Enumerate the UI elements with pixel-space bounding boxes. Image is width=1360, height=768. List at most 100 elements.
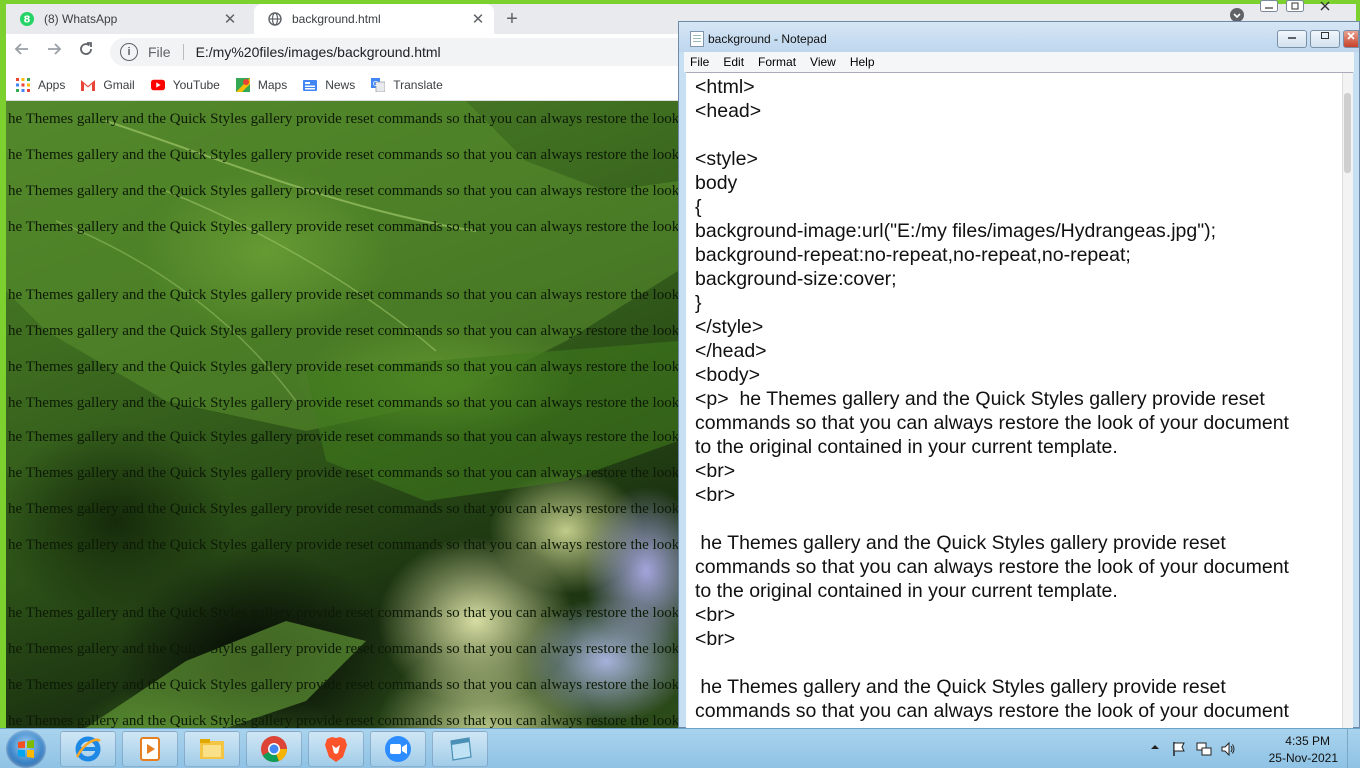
youtube-icon bbox=[150, 78, 165, 92]
notepad-menubar: File Edit Format View Help bbox=[684, 52, 1354, 72]
notepad-line: background-image:url("E:/my files/images… bbox=[695, 220, 1217, 242]
notepad-line: { bbox=[695, 196, 702, 218]
paragraph-line: he Themes gallery and the Quick Styles g… bbox=[8, 183, 678, 199]
notepad-editor[interactable]: <html> <head> <style> body{background-image… bbox=[686, 72, 1353, 730]
taskbar-notepad[interactable] bbox=[432, 731, 488, 767]
notepad-line: background-size:cover; bbox=[695, 268, 897, 290]
notepad-line: </head> bbox=[695, 340, 767, 362]
network-icon[interactable] bbox=[1196, 741, 1212, 760]
scrollbar-thumb[interactable] bbox=[1344, 93, 1351, 173]
tab-background-html[interactable]: background.html ✕ bbox=[254, 4, 494, 34]
close-button[interactable] bbox=[1343, 30, 1359, 48]
bookmark-maps[interactable]: Maps bbox=[235, 78, 288, 92]
start-button[interactable] bbox=[6, 730, 46, 768]
svg-text:G: G bbox=[373, 80, 378, 88]
restore-icon[interactable] bbox=[1286, 0, 1304, 15]
notepad-line: to the original contained in your curren… bbox=[695, 580, 1118, 602]
bookmark-translate[interactable]: G Translate bbox=[371, 78, 443, 92]
taskbar-internet-explorer[interactable] bbox=[60, 731, 116, 767]
notepad-line: <br> bbox=[695, 460, 736, 482]
globe-icon bbox=[268, 12, 282, 26]
bookmark-news[interactable]: News bbox=[303, 78, 355, 92]
taskbar-file-explorer[interactable] bbox=[184, 731, 240, 767]
notepad-window: background - Notepad File Edit Format Vi… bbox=[678, 21, 1360, 730]
file-explorer-icon bbox=[200, 739, 224, 759]
notepad-titlebar[interactable]: background - Notepad bbox=[679, 22, 1359, 52]
back-icon[interactable] bbox=[10, 40, 34, 64]
show-hidden-icons-icon[interactable] bbox=[1150, 741, 1160, 755]
bookmark-label: Apps bbox=[38, 78, 66, 92]
minimize-button[interactable] bbox=[1277, 30, 1307, 48]
zoom-icon bbox=[385, 736, 411, 762]
notepad-line: commands so that you can always restore … bbox=[695, 556, 1289, 578]
bookmark-label: Gmail bbox=[103, 78, 135, 92]
whatsapp-icon: 8 bbox=[20, 12, 34, 26]
taskbar-chrome[interactable] bbox=[246, 731, 302, 767]
apps-grid-icon bbox=[16, 78, 30, 92]
menu-view[interactable]: View bbox=[810, 55, 836, 69]
close-icon[interactable]: ✕ bbox=[220, 10, 240, 28]
notepad-line: <html> bbox=[695, 76, 755, 98]
menu-help[interactable]: Help bbox=[850, 55, 875, 69]
internet-explorer-icon bbox=[75, 736, 101, 762]
notepad-line: <body> bbox=[695, 364, 761, 386]
minimize-icon[interactable] bbox=[1260, 0, 1278, 15]
action-center-flag-icon[interactable] bbox=[1172, 741, 1186, 760]
menu-file[interactable]: File bbox=[690, 55, 709, 69]
tab-title: background.html bbox=[292, 12, 381, 26]
paragraph-line: he Themes gallery and the Quick Styles g… bbox=[8, 111, 678, 127]
translate-icon: G bbox=[371, 78, 386, 92]
clock-time[interactable]: 4:35 PM bbox=[1285, 734, 1330, 748]
taskbar-zoom[interactable] bbox=[370, 731, 426, 767]
notepad-line: <br> bbox=[695, 484, 736, 506]
taskbar-brave[interactable] bbox=[308, 731, 364, 767]
forward-icon[interactable] bbox=[42, 40, 66, 64]
notepad-line: <br> bbox=[695, 604, 736, 626]
reload-icon[interactable] bbox=[74, 40, 98, 64]
notepad-line bbox=[695, 651, 1345, 675]
close-icon[interactable]: ✕ bbox=[468, 10, 488, 28]
new-tab-button[interactable]: + bbox=[500, 7, 524, 31]
address-url: E:/my%20files/images/background.html bbox=[195, 44, 441, 60]
paragraph-line: he Themes gallery and the Quick Styles g… bbox=[8, 219, 678, 235]
windows-logo-icon bbox=[18, 740, 34, 758]
notepad-line: commands so that you can always restore … bbox=[695, 412, 1289, 434]
notepad-line: background-repeat:no-repeat,no-repeat,no… bbox=[695, 244, 1131, 266]
address-scheme: File bbox=[148, 44, 171, 60]
notepad-line: he Themes gallery and the Quick Styles g… bbox=[695, 676, 1226, 698]
paragraph-line: he Themes gallery and the Quick Styles g… bbox=[8, 641, 678, 657]
paragraph-line: he Themes gallery and the Quick Styles g… bbox=[8, 677, 678, 693]
desktop-screen: 8 (8) WhatsApp ✕ background.html ✕ + i F… bbox=[0, 0, 1360, 768]
taskbar-media-player[interactable] bbox=[122, 731, 178, 767]
notepad-window-controls bbox=[1274, 30, 1359, 48]
bookmark-gmail[interactable]: Gmail bbox=[81, 78, 135, 92]
gmail-icon bbox=[81, 78, 96, 92]
maximize-button[interactable] bbox=[1310, 30, 1340, 48]
menu-format[interactable]: Format bbox=[758, 55, 796, 69]
bookmark-label: News bbox=[325, 78, 356, 92]
bookmark-apps[interactable]: Apps bbox=[16, 78, 65, 92]
paragraph-line: he Themes gallery and the Quick Styles g… bbox=[8, 429, 678, 445]
media-player-icon bbox=[140, 737, 160, 761]
show-desktop-button[interactable] bbox=[1347, 729, 1360, 768]
menu-edit[interactable]: Edit bbox=[723, 55, 744, 69]
paragraph-line: he Themes gallery and the Quick Styles g… bbox=[8, 501, 678, 517]
bookmark-youtube[interactable]: YouTube bbox=[150, 78, 220, 92]
notepad-line: <head> bbox=[695, 100, 762, 122]
system-tray: 4:35 PM 25-Nov-2021 bbox=[1150, 729, 1360, 768]
taskbar: 4:35 PM 25-Nov-2021 bbox=[0, 728, 1360, 768]
notepad-line bbox=[695, 123, 1345, 147]
paragraph-line: he Themes gallery and the Quick Styles g… bbox=[8, 713, 678, 728]
notepad-line: <br> bbox=[695, 628, 736, 650]
info-icon[interactable]: i bbox=[120, 43, 138, 61]
bookmark-label: YouTube bbox=[172, 78, 220, 92]
paragraph-line: he Themes gallery and the Quick Styles g… bbox=[8, 147, 678, 163]
volume-icon[interactable] bbox=[1220, 741, 1236, 760]
paragraph-line: he Themes gallery and the Quick Styles g… bbox=[8, 323, 678, 339]
clock-date[interactable]: 25-Nov-2021 bbox=[1269, 751, 1338, 765]
notepad-line: commands so that you can always restore … bbox=[695, 700, 1289, 722]
tab-whatsapp[interactable]: 8 (8) WhatsApp ✕ bbox=[6, 4, 246, 34]
vertical-scrollbar[interactable] bbox=[1342, 73, 1353, 730]
close-window-icon[interactable] bbox=[1318, 0, 1332, 15]
bookmark-label: Maps bbox=[257, 78, 288, 92]
